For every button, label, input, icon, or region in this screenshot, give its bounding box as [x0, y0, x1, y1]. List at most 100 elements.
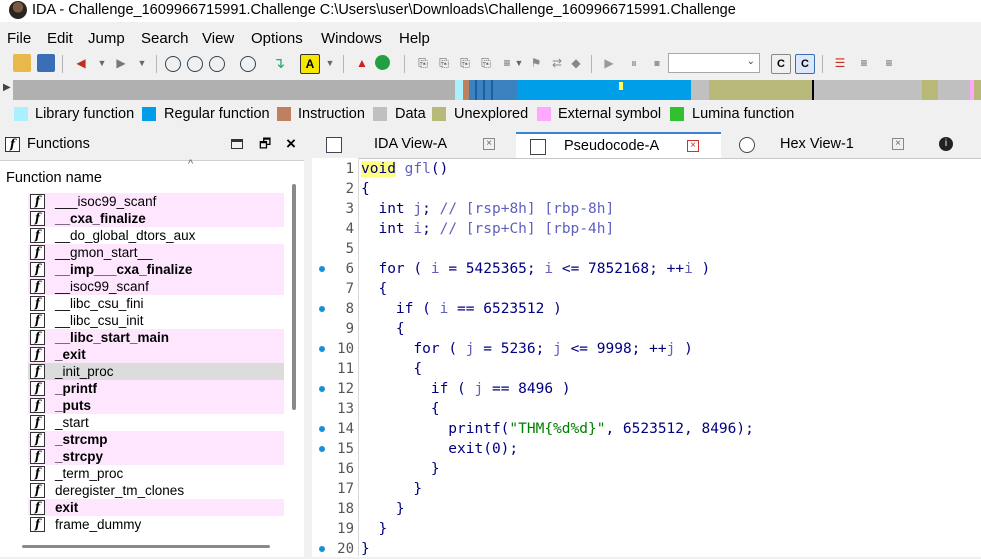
menu-search[interactable]: Search	[141, 29, 189, 49]
menu-view[interactable]: View	[202, 29, 234, 49]
save-icon[interactable]	[37, 54, 55, 72]
code-line[interactable]: exit(0);	[361, 439, 518, 459]
xref4-icon[interactable]: ⎘	[477, 54, 495, 72]
function-list-item[interactable]: f deregister_tm_clones	[28, 482, 284, 499]
code-icon[interactable]	[187, 56, 203, 72]
function-list-item[interactable]: f frame_dummy	[28, 516, 284, 533]
debugger-select[interactable]: ⌄	[668, 53, 760, 73]
breakpoint-icon[interactable]: ⇄	[548, 54, 566, 72]
code-line[interactable]: }	[361, 519, 387, 539]
code-line[interactable]: for ( j = 5236; j <= 9998; ++j )	[361, 339, 692, 359]
sort-caret-icon[interactable]: ^	[188, 158, 193, 170]
back-icon[interactable]: ◀	[72, 54, 90, 72]
stop-icon[interactable]: ⏹	[648, 54, 666, 72]
xref3-icon[interactable]: ⎘	[456, 54, 474, 72]
close-icon[interactable]: ×	[892, 138, 904, 150]
strings-icon[interactable]: A	[300, 54, 320, 74]
horizontal-scrollbar[interactable]	[22, 545, 270, 548]
function-list-item[interactable]: f _start	[28, 414, 284, 431]
restore-icon[interactable]: 🗗	[259, 135, 271, 157]
run-icon[interactable]: ▶	[600, 54, 618, 72]
code-line[interactable]: }	[361, 499, 405, 519]
function-list-item[interactable]: f _strcmp	[28, 431, 284, 448]
code-line[interactable]: int j; // [rsp+8h] [rbp-8h]	[361, 199, 614, 219]
code-line[interactable]: void gfl()	[361, 159, 448, 179]
function-list-item[interactable]: f exit	[28, 499, 284, 516]
function-list-item[interactable]: f ___isoc99_scanf	[28, 193, 284, 210]
code-line[interactable]: printf("THM{%d%d}", 6523512, 8496);	[361, 419, 754, 439]
struct-icon[interactable]	[240, 56, 256, 72]
function-list-item[interactable]: f __libc_csu_fini	[28, 295, 284, 312]
xref-icon[interactable]: ⎘	[414, 54, 432, 72]
code-line[interactable]: int i; // [rsp+Ch] [rbp-4h]	[361, 219, 614, 239]
strings-dropdown-icon[interactable]: ▼	[321, 54, 339, 72]
tab-ida-view-a[interactable]: IDA View-A ×	[312, 132, 512, 158]
tab-hex-view-1[interactable]: Hex View-1 ×	[725, 132, 921, 158]
function-list-item[interactable]: f _init_proc	[28, 363, 284, 380]
breakpoint-dot-icon[interactable]	[319, 266, 325, 272]
xref2-icon[interactable]: ⎘	[435, 54, 453, 72]
function-list-item[interactable]: f _strcpy	[28, 448, 284, 465]
function-list-item[interactable]: f __gmon_start__	[28, 244, 284, 261]
diamond-icon[interactable]: ◆	[567, 54, 585, 72]
column-header-function-name[interactable]: Function name	[6, 170, 102, 186]
function-list-item[interactable]: f __libc_start_main	[28, 329, 284, 346]
menu-help[interactable]: Help	[399, 29, 430, 49]
menu-options[interactable]: Options	[251, 29, 303, 49]
code-line[interactable]: {	[361, 359, 422, 379]
tab-extra[interactable]: i	[925, 132, 981, 158]
data-icon[interactable]	[209, 56, 225, 72]
code-line[interactable]: {	[361, 319, 405, 339]
function-list-item[interactable]: f _term_proc	[28, 465, 284, 482]
align2-icon[interactable]: ≡	[880, 54, 898, 72]
close-icon[interactable]: ×	[286, 134, 296, 154]
function-list-item[interactable]: f _printf	[28, 380, 284, 397]
menu-file[interactable]: File	[7, 29, 31, 49]
function-list-item[interactable]: f __isoc99_scanf	[28, 278, 284, 295]
graph-icon[interactable]: ▲	[353, 54, 371, 72]
close-icon[interactable]: ×	[687, 140, 699, 152]
menu-edit[interactable]: Edit	[47, 29, 73, 49]
breakpoint-dot-icon[interactable]	[319, 546, 325, 552]
lumina-icon[interactable]	[375, 55, 390, 70]
code-line[interactable]: if ( j == 8496 )	[361, 379, 571, 399]
function-list-item[interactable]: f __libc_csu_init	[28, 312, 284, 329]
bookmark-icon[interactable]: ⚑	[527, 54, 545, 72]
vertical-scrollbar[interactable]	[292, 184, 296, 410]
jump-arrow-icon[interactable]: ↴	[270, 54, 288, 72]
close-icon[interactable]: ×	[483, 138, 495, 150]
function-list-item[interactable]: f __imp___cxa_finalize	[28, 261, 284, 278]
breakpoint-dot-icon[interactable]	[319, 306, 325, 312]
function-list-item[interactable]: f _exit	[28, 346, 284, 363]
breakpoint-dot-icon[interactable]	[319, 446, 325, 452]
code-line[interactable]: {	[361, 179, 370, 199]
function-list-item[interactable]: f __cxa_finalize	[28, 210, 284, 227]
nav-band-arrow-icon[interactable]: ▶	[3, 82, 11, 98]
code-line[interactable]: {	[361, 279, 387, 299]
hex-icon[interactable]	[165, 56, 181, 72]
breakpoint-dot-icon[interactable]	[319, 386, 325, 392]
maximize-icon[interactable]	[231, 139, 243, 149]
tab-pseudocode-a[interactable]: Pseudocode-A ×	[516, 132, 721, 158]
c-decompile-icon[interactable]: C	[771, 54, 791, 74]
back-dropdown-icon[interactable]: ▼	[93, 54, 111, 72]
c-active-icon[interactable]: C	[795, 54, 815, 74]
options-icon[interactable]: ☰	[831, 54, 849, 72]
menu-windows[interactable]: Windows	[321, 29, 382, 49]
forward-dropdown-icon[interactable]: ▼	[133, 54, 151, 72]
code-line[interactable]: for ( i = 5425365; i <= 7852168; ++i )	[361, 259, 710, 279]
breakpoint-dot-icon[interactable]	[319, 346, 325, 352]
code-line[interactable]: }	[361, 459, 440, 479]
menu-jump[interactable]: Jump	[88, 29, 125, 49]
function-list-item[interactable]: f __do_global_dtors_aux	[28, 227, 284, 244]
align-icon[interactable]: ≡	[855, 54, 873, 72]
forward-icon[interactable]: ▶	[112, 54, 130, 72]
function-list-item[interactable]: f _puts	[28, 397, 284, 414]
code-line[interactable]: }	[361, 479, 422, 499]
navigation-band[interactable]	[13, 80, 981, 100]
pause-icon[interactable]: ⏸	[625, 54, 643, 72]
code-line[interactable]: {	[361, 399, 440, 419]
code-line[interactable]: if ( i == 6523512 )	[361, 299, 562, 319]
list-dropdown-icon[interactable]: ▼	[510, 54, 528, 72]
code-line[interactable]: }	[361, 539, 370, 559]
